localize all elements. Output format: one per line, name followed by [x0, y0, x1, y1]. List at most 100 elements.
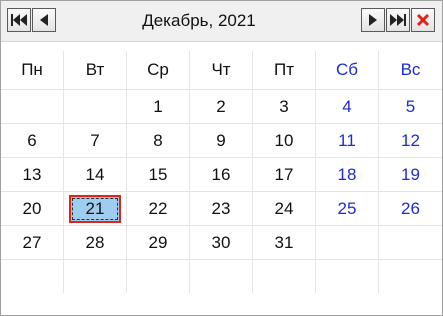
close-icon — [416, 13, 430, 27]
day-number: 28 — [85, 232, 105, 252]
day-number: 2 — [216, 96, 226, 116]
day-cell[interactable]: 6 — [1, 123, 64, 157]
next-month-button[interactable] — [361, 8, 385, 32]
empty-day-cell — [316, 259, 379, 293]
close-button[interactable] — [411, 8, 435, 32]
weekday-label: Сб — [316, 51, 379, 89]
day-cell-selected[interactable]: 21 — [64, 191, 127, 225]
day-number: 13 — [22, 164, 42, 184]
day-number: 30 — [211, 232, 231, 252]
empty-day-cell — [64, 259, 127, 293]
day-number: 25 — [337, 198, 357, 218]
day-number: 26 — [401, 198, 420, 218]
day-cell[interactable]: 31 — [253, 225, 316, 259]
day-cell[interactable]: 11 — [316, 123, 379, 157]
day-number: 16 — [211, 164, 231, 184]
day-number: 24 — [274, 198, 294, 218]
empty-day-cell — [379, 259, 442, 293]
day-cell[interactable]: 23 — [190, 191, 253, 225]
day-number: 19 — [401, 164, 420, 184]
day-cell[interactable]: 22 — [127, 191, 190, 225]
day-number: 1 — [153, 96, 163, 116]
empty-day-cell — [379, 225, 442, 259]
day-cell[interactable]: 27 — [1, 225, 64, 259]
day-number: 10 — [274, 130, 294, 150]
day-number: 31 — [274, 232, 294, 252]
day-cell[interactable]: 28 — [64, 225, 127, 259]
month-year-title: Декабрь, 2021 — [142, 11, 256, 30]
empty-day-cell — [253, 259, 316, 293]
day-cell[interactable]: 29 — [127, 225, 190, 259]
day-cell[interactable]: 13 — [1, 157, 64, 191]
week-row — [1, 259, 442, 293]
day-cell[interactable]: 10 — [253, 123, 316, 157]
week-row: 13 14 15 16 17 18 19 — [1, 157, 442, 191]
day-grid: Пн Вт Ср Чт Пт Сб Вс 1 2 3 4 5 6 7 8 9 10 11 12 13 14 15 16 17 1… — [1, 51, 442, 293]
day-cell[interactable]: 16 — [190, 157, 253, 191]
week-row: 20 21 22 23 24 25 26 — [1, 191, 442, 225]
weekday-label: Ср — [127, 51, 190, 89]
prev-year-button[interactable] — [7, 8, 31, 32]
day-cell[interactable]: 30 — [190, 225, 253, 259]
day-number: 9 — [216, 130, 226, 150]
empty-day-cell — [1, 89, 64, 123]
weekday-label: Пт — [253, 51, 316, 89]
day-number: 5 — [405, 96, 416, 116]
weekday-label: Пн — [1, 51, 64, 89]
double-left-arrow-icon — [11, 14, 27, 26]
empty-day-cell — [1, 259, 64, 293]
selected-day-label: 21 — [69, 194, 121, 223]
day-number: 23 — [211, 198, 231, 218]
empty-day-cell — [190, 259, 253, 293]
day-cell[interactable]: 2 — [190, 89, 253, 123]
day-cell[interactable]: 3 — [253, 89, 316, 123]
day-cell[interactable]: 17 — [253, 157, 316, 191]
day-cell[interactable]: 24 — [253, 191, 316, 225]
week-row: 6 7 8 9 10 11 12 — [1, 123, 442, 157]
weekday-label: Вс — [400, 60, 421, 79]
day-cell[interactable]: 15 — [127, 157, 190, 191]
day-number: 11 — [338, 130, 356, 150]
day-cell[interactable]: 12 — [379, 123, 442, 157]
day-number: 15 — [148, 164, 168, 184]
left-arrow-icon — [40, 14, 48, 26]
day-number: 12 — [401, 130, 420, 150]
day-cell[interactable]: 9 — [190, 123, 253, 157]
day-cell[interactable]: 19 — [379, 157, 442, 191]
day-number: 18 — [337, 164, 357, 184]
day-number: 7 — [90, 130, 100, 150]
double-right-arrow-icon — [390, 14, 406, 26]
day-cell[interactable]: 20 — [1, 191, 64, 225]
empty-day-cell — [316, 225, 379, 259]
day-cell[interactable]: 14 — [64, 157, 127, 191]
day-cell[interactable]: 4 — [316, 89, 379, 123]
week-row: 27 28 29 30 31 — [1, 225, 442, 259]
day-number: 8 — [153, 130, 163, 150]
day-cell[interactable]: 25 — [316, 191, 379, 225]
right-arrow-icon — [369, 14, 377, 26]
week-row: 1 2 3 4 5 — [1, 89, 442, 123]
day-cell[interactable]: 5 — [379, 89, 442, 123]
empty-day-cell — [64, 89, 127, 123]
day-number: 22 — [148, 198, 168, 218]
day-number: 3 — [279, 96, 289, 116]
weekday-label: Вт — [64, 51, 127, 89]
day-cell[interactable]: 26 — [379, 191, 442, 225]
prev-month-button[interactable] — [32, 8, 56, 32]
day-number: 4 — [342, 96, 352, 116]
day-cell[interactable]: 1 — [127, 89, 190, 123]
day-number: 27 — [22, 232, 42, 252]
weekday-label: Чт — [190, 51, 253, 89]
empty-day-cell — [127, 259, 190, 293]
weekday-header-row: Пн Вт Ср Чт Пт Сб Вс — [1, 51, 442, 89]
day-cell[interactable]: 7 — [64, 123, 127, 157]
day-number: 14 — [85, 164, 105, 184]
day-number: 17 — [274, 164, 294, 184]
next-year-button[interactable] — [386, 8, 410, 32]
day-number: 20 — [22, 198, 42, 218]
calendar-header: Декабрь, 2021 — [1, 1, 442, 42]
day-cell[interactable]: 8 — [127, 123, 190, 157]
day-number: 6 — [27, 130, 37, 150]
day-cell[interactable]: 18 — [316, 157, 379, 191]
calendar-widget: Декабрь, 2021 Пн Вт Ср Чт Пт Сб Вс 1 2 3 4 5 6 7 8 9 10 1… — [0, 0, 443, 316]
